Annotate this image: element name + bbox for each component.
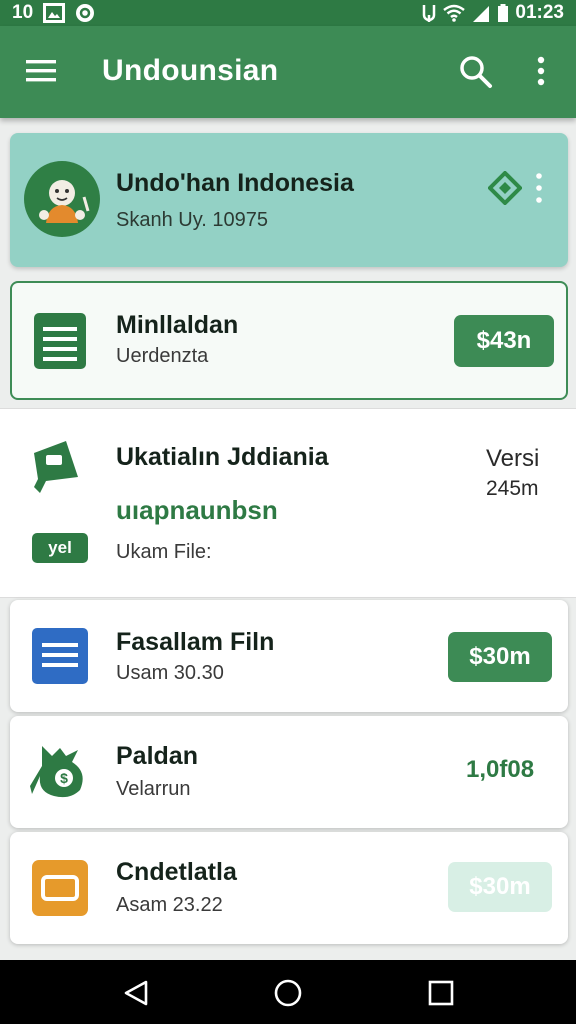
back-icon[interactable] — [122, 978, 152, 1008]
wallet-icon — [30, 858, 90, 918]
status-time-right: 01:23 — [515, 2, 564, 23]
item-title: Fasallam Filn — [116, 628, 275, 656]
item-subtitle: Usam 30.30 — [116, 662, 224, 684]
recents-icon[interactable] — [426, 978, 456, 1008]
price-button[interactable]: $30m — [448, 862, 552, 912]
item-title: Paldan — [116, 742, 198, 770]
promo-subtitle: Ukam File: — [116, 541, 212, 563]
price-button[interactable]: $30m — [448, 632, 552, 682]
item-title: Cndetlatla — [116, 858, 237, 886]
list-item[interactable]: Cndetlatla Asam 23.22 $30m — [10, 832, 568, 944]
signal-icon — [471, 4, 491, 22]
promo-green-text: uıapnaunbsn — [116, 495, 278, 525]
featured-subtitle: Skanh Uy. 10975 — [116, 209, 268, 231]
wifi-icon — [443, 4, 466, 22]
document-icon — [30, 626, 90, 686]
amount-label: 1,0f08 — [466, 756, 535, 783]
list-item[interactable]: $ Paldan Velarrun 1,0f08 — [10, 716, 568, 828]
outlined-item-subtitle: Uerdenzta — [116, 345, 209, 367]
promo-title: Ukatialın Jddiania — [116, 443, 329, 471]
promo-section[interactable]: Ukatialın Jddiania uıapnaunbsn yel Ukam … — [0, 408, 576, 598]
megaphone-icon — [30, 437, 82, 495]
system-nav-bar — [0, 960, 576, 1024]
search-icon[interactable] — [458, 54, 494, 90]
diamond-icon[interactable] — [487, 170, 523, 206]
money-bag-icon: $ — [30, 742, 90, 802]
more-vert-icon[interactable] — [530, 54, 552, 90]
app-bar: Undounsian — [0, 26, 576, 118]
card-more-icon[interactable] — [534, 171, 544, 205]
app-title: Undounsian — [102, 54, 279, 87]
item-subtitle: Asam 23.22 — [116, 894, 223, 916]
svg-text:$: $ — [60, 770, 68, 786]
price-button[interactable]: $43n — [454, 315, 554, 367]
home-icon[interactable] — [273, 978, 303, 1008]
menu-icon[interactable] — [24, 56, 58, 86]
item-subtitle: Velarrun — [116, 778, 191, 800]
featured-card[interactable]: Undo'han Indonesia Skanh Uy. 10975 — [10, 133, 568, 267]
outlined-list-item[interactable]: Minllaldan Uerdenzta $43n — [10, 281, 568, 400]
list-item[interactable]: Fasallam Filn Usam 30.30 $30m — [10, 600, 568, 712]
document-icon — [32, 311, 88, 371]
avatar — [24, 161, 100, 237]
notification-circle-icon — [75, 3, 95, 23]
size-label: 245m — [486, 477, 539, 500]
outlined-item-title: Minllaldan — [116, 311, 239, 339]
battery-icon — [497, 4, 509, 22]
featured-title: Undo'han Indonesia — [116, 169, 354, 197]
status-bar: 10 01:23 — [0, 0, 576, 26]
gallery-notification-icon — [43, 3, 66, 23]
version-label: Versi — [486, 445, 540, 472]
small-badge: yel — [32, 533, 88, 563]
vibrate-icon — [421, 3, 437, 23]
status-time-left: 10 — [12, 2, 34, 23]
